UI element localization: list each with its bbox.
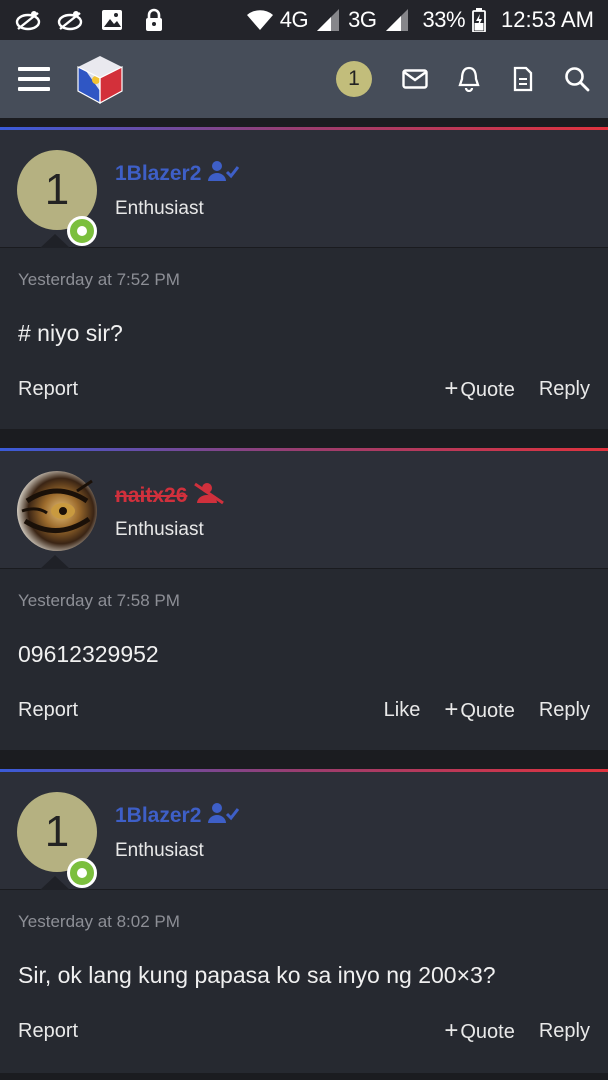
like-link[interactable]: Like	[384, 699, 421, 722]
username-text[interactable]: 1Blazer2	[115, 804, 201, 828]
post-timestamp[interactable]: Yesterday at 8:02 PM	[18, 890, 590, 932]
report-link[interactable]: Report	[18, 378, 78, 401]
post-actions: Report Quote Reply	[18, 989, 590, 1073]
message-pointer	[40, 876, 70, 890]
signal-icon	[314, 8, 342, 32]
message-pointer	[40, 234, 70, 248]
online-status-icon	[67, 216, 97, 246]
verified-user-icon	[207, 160, 240, 188]
network-4g-label: 4G	[279, 7, 309, 32]
app-header: 1	[0, 40, 608, 118]
report-link[interactable]: Report	[18, 699, 78, 722]
post-body: Yesterday at 7:58 PM 09612329952 Report …	[0, 568, 608, 752]
username-link[interactable]: naitx26	[115, 481, 225, 511]
network-3g-label: 3G	[348, 7, 377, 32]
image-icon	[98, 8, 126, 32]
user-title: Enthusiast	[115, 840, 204, 861]
username-link[interactable]: 1Blazer2	[115, 160, 240, 188]
message-pointer	[40, 555, 70, 569]
post-message: # niyo sir?	[18, 320, 123, 346]
post-body: Yesterday at 8:02 PM Sir, ok lang kung p…	[0, 889, 608, 1073]
quote-link[interactable]: Quote	[444, 1017, 514, 1045]
satellite-icon	[14, 8, 42, 32]
spacer	[0, 118, 608, 127]
post-timestamp[interactable]: Yesterday at 7:58 PM	[18, 569, 590, 611]
quote-link[interactable]: Quote	[444, 696, 514, 724]
battery-percent: 33%	[422, 7, 466, 32]
battery-icon	[471, 8, 487, 32]
menu-icon[interactable]	[18, 67, 50, 91]
post-header: 1 1Blazer2 Enthusiast	[0, 772, 608, 890]
user-title: Enthusiast	[115, 519, 204, 540]
post-header: 1 1Blazer2 Enthusiast	[0, 130, 608, 248]
mail-icon[interactable]	[402, 66, 428, 92]
site-logo[interactable]	[74, 53, 126, 105]
avatar[interactable]	[17, 471, 97, 551]
spacer	[0, 429, 608, 448]
username-text[interactable]: naitx26	[115, 484, 187, 508]
post-message: Sir, ok lang kung papasa ko sa inyo ng 2…	[18, 962, 496, 988]
lock-icon	[140, 8, 168, 32]
banned-user-icon	[193, 481, 225, 511]
report-link[interactable]: Report	[18, 1020, 78, 1043]
satellite-icon	[56, 8, 84, 32]
post-card: naitx26 Enthusiast Yesterday at 7:58 PM …	[0, 448, 608, 752]
bell-icon[interactable]	[456, 66, 482, 92]
notification-count-badge[interactable]: 1	[336, 61, 372, 97]
post-card: 1 1Blazer2 Enthusiast Yesterday at 8:02 …	[0, 769, 608, 1073]
quote-link[interactable]: Quote	[444, 375, 514, 403]
signal-icon	[383, 8, 411, 32]
reply-link[interactable]: Reply	[539, 699, 590, 722]
spacer	[0, 750, 608, 769]
username-link[interactable]: 1Blazer2	[115, 802, 240, 830]
post-actions: Report Like Quote Reply	[18, 668, 590, 752]
post-message: 09612329952	[18, 641, 159, 667]
post-body: Yesterday at 7:52 PM # niyo sir? Report …	[0, 247, 608, 431]
online-status-icon	[67, 858, 97, 888]
search-icon[interactable]	[564, 66, 590, 92]
verified-user-icon	[207, 802, 240, 830]
post-card: 1 1Blazer2 Enthusiast Yesterday at 7:52 …	[0, 127, 608, 431]
post-header: naitx26 Enthusiast	[0, 451, 608, 569]
clock: 12:53 AM	[501, 7, 594, 32]
username-text[interactable]: 1Blazer2	[115, 162, 201, 186]
reply-link[interactable]: Reply	[539, 1020, 590, 1043]
wifi-icon	[246, 8, 274, 32]
post-actions: Report Quote Reply	[18, 347, 590, 431]
status-bar: 4G 3G 33% 12:53 AM	[0, 0, 608, 40]
post-timestamp[interactable]: Yesterday at 7:52 PM	[18, 248, 590, 290]
user-title: Enthusiast	[115, 198, 204, 219]
document-icon[interactable]	[510, 66, 536, 92]
reply-link[interactable]: Reply	[539, 378, 590, 401]
